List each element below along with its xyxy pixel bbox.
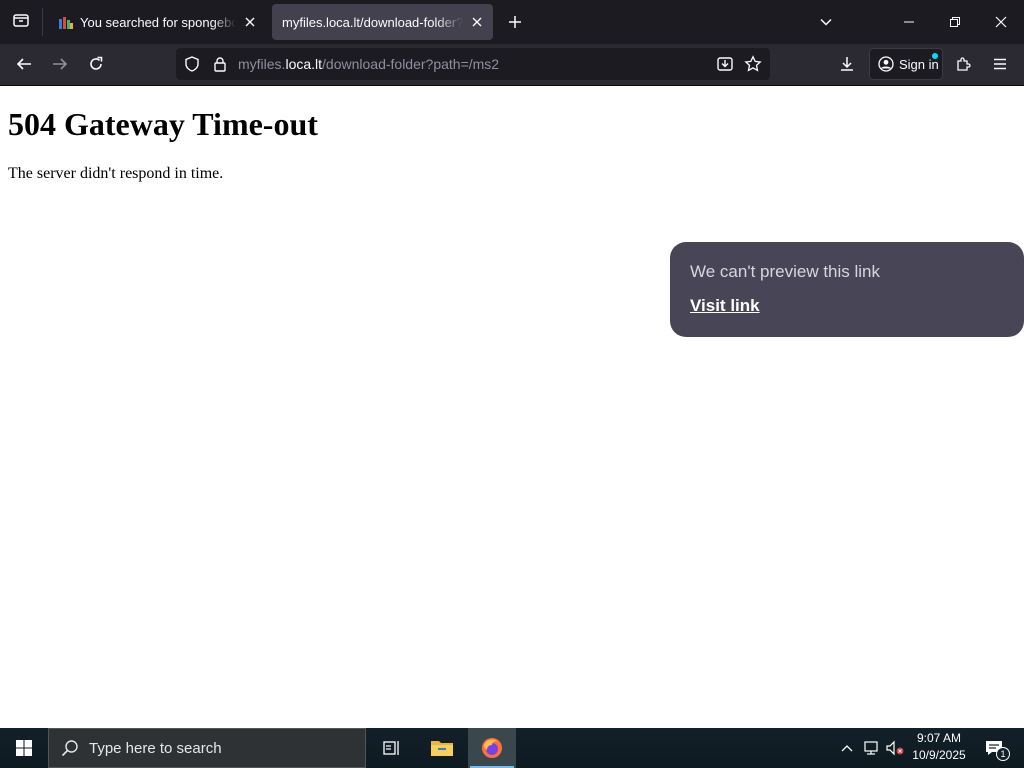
start-button[interactable] xyxy=(0,728,48,768)
back-button[interactable] xyxy=(8,48,40,80)
downloads-button[interactable] xyxy=(831,48,863,80)
tab-overflow-button[interactable] xyxy=(805,0,847,44)
sign-in-label: Sign in xyxy=(899,56,939,72)
tab-spongebob-search[interactable]: You searched for spongebob - M xyxy=(48,4,266,40)
close-tab-button[interactable] xyxy=(467,12,487,32)
navigation-toolbar: myfiles.loca.lt/download-folder?path=/ms… xyxy=(0,44,1024,86)
plus-icon xyxy=(509,16,521,28)
notifications-icon: 1 xyxy=(984,739,1010,761)
forward-button[interactable] xyxy=(44,48,76,80)
task-view-button[interactable] xyxy=(368,728,416,768)
search-icon xyxy=(61,739,79,757)
puzzle-piece-icon xyxy=(957,57,971,71)
volume-button[interactable] xyxy=(884,728,906,768)
folder-icon xyxy=(431,741,453,756)
lock-icon[interactable] xyxy=(212,56,228,77)
notification-count-badge: 1 xyxy=(996,747,1010,761)
new-tab-button[interactable] xyxy=(494,0,536,44)
extensions-button[interactable] xyxy=(948,48,980,80)
minimize-icon xyxy=(904,21,914,23)
minimize-button[interactable] xyxy=(886,0,932,44)
close-tab-button[interactable] xyxy=(240,12,260,32)
chevron-up-icon xyxy=(841,745,853,752)
address-bar[interactable]: myfiles.loca.lt/download-folder?path=/ms… xyxy=(176,48,770,80)
taskbar-search-box[interactable]: Type here to search xyxy=(48,728,366,768)
search-placeholder: Type here to search xyxy=(89,739,222,757)
firefox-icon xyxy=(482,738,502,758)
arrow-left-icon xyxy=(16,58,31,70)
url-prefix: myfiles. xyxy=(238,56,286,72)
windows-logo-icon xyxy=(16,740,32,756)
network-icon xyxy=(864,741,878,755)
tab-title: myfiles.loca.lt/download-folder?path=/ms… xyxy=(282,14,463,30)
show-hidden-icons-button[interactable] xyxy=(838,728,856,768)
reload-button[interactable] xyxy=(80,48,112,80)
sign-in-button[interactable]: Sign in xyxy=(869,48,943,80)
download-tray-icon xyxy=(717,57,733,71)
tracking-protection-shield-icon[interactable] xyxy=(184,56,200,77)
firefox-taskbar-button[interactable] xyxy=(468,728,516,768)
arrow-right-icon xyxy=(53,58,68,70)
link-preview-popup: We can't preview this link Visit link xyxy=(670,242,1024,337)
task-view-icon xyxy=(383,741,399,755)
file-explorer-button[interactable] xyxy=(418,728,466,768)
clock-time: 9:07 AM xyxy=(916,731,962,745)
error-heading: 504 Gateway Time-out xyxy=(8,106,318,142)
url-host: loca.lt xyxy=(285,56,323,72)
url-text[interactable]: myfiles.loca.lt/download-folder?path=/ms… xyxy=(238,48,499,80)
close-icon xyxy=(245,17,255,27)
tab-myfiles-download[interactable]: myfiles.loca.lt/download-folder?path=/ms… xyxy=(272,4,493,40)
restore-icon xyxy=(950,17,960,27)
close-window-button[interactable] xyxy=(978,0,1024,44)
bookmark-star-button[interactable] xyxy=(744,55,762,78)
download-icon xyxy=(841,57,853,71)
visit-link[interactable]: Visit link xyxy=(690,296,760,316)
tab-title: You searched for spongebob - M xyxy=(80,14,236,30)
save-to-pocket-button[interactable] xyxy=(716,55,734,78)
error-message: The server didn't respond in time. xyxy=(8,165,224,182)
app-menu-button[interactable] xyxy=(984,48,1016,80)
tab-manager-icon xyxy=(12,11,30,34)
windows-taskbar: Type here to search 9:07 AM 10/9/2025 1 xyxy=(0,728,1024,768)
action-center-button[interactable]: 1 xyxy=(980,728,1010,768)
close-icon xyxy=(995,16,1007,28)
chevron-down-icon xyxy=(820,18,832,26)
speaker-muted-icon xyxy=(886,740,904,756)
page-content: 504 Gateway Time-out The server didn't r… xyxy=(0,86,1024,728)
notification-dot xyxy=(932,53,938,59)
browser-titlebar: You searched for spongebob - M myfiles.l… xyxy=(0,0,1024,44)
site-favicon-icon xyxy=(58,14,74,30)
system-clock[interactable]: 9:07 AM 10/9/2025 xyxy=(904,730,974,766)
clock-date: 10/9/2025 xyxy=(912,748,966,762)
close-icon xyxy=(472,17,482,27)
reload-icon xyxy=(90,56,103,70)
star-icon xyxy=(744,55,762,72)
restore-button[interactable] xyxy=(932,0,978,44)
network-status-button[interactable] xyxy=(860,728,882,768)
list-all-tabs-button[interactable] xyxy=(0,0,42,44)
hamburger-menu-icon xyxy=(994,58,1006,70)
url-path: /download-folder?path=/ms2 xyxy=(322,56,500,72)
preview-unavailable-message: We can't preview this link xyxy=(690,262,881,281)
account-icon xyxy=(878,56,894,72)
